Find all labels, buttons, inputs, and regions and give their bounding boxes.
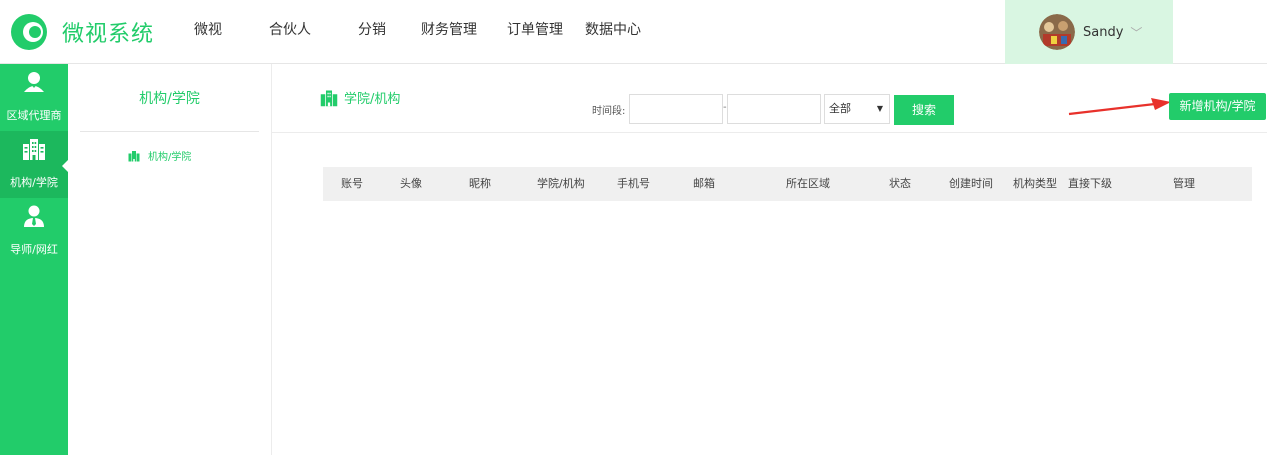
column-header-manage: 管理: [1173, 177, 1195, 190]
end-date-input[interactable]: [727, 94, 821, 124]
table-header: 账号 头像 昵称 学院/机构 手机号 邮箱 所在区域 状态 创建时间 机构类型 …: [323, 167, 1252, 201]
search-button[interactable]: 搜索: [894, 95, 954, 125]
chevron-down-icon: ﹀: [1130, 25, 1143, 40]
submenu-item-institution[interactable]: 机构/学院: [128, 148, 191, 163]
building-icon: [320, 90, 338, 106]
nav-item-finance[interactable]: 财务管理: [416, 0, 482, 64]
sidebar-item-mentor[interactable]: 导师/网红: [0, 198, 68, 265]
type-select[interactable]: 全部 ▼: [824, 94, 890, 124]
sidebar-item-regional-agent[interactable]: 区域代理商: [0, 64, 68, 131]
top-bar: 微视系统 微视 合伙人 分销 财务管理 订单管理 数据中心 Sandy ﹀: [0, 0, 1267, 64]
logo[interactable]: 微视系统: [8, 12, 154, 52]
column-header-type: 机构类型: [1013, 177, 1057, 190]
building-icon: [128, 150, 140, 161]
nav-item-partner[interactable]: 合伙人: [260, 0, 320, 64]
sidebar: 区域代理商 机构/学院 导师/网红: [0, 64, 69, 455]
main-nav: 微视 合伙人 分销 财务管理 订单管理 数据中心: [180, 0, 646, 64]
column-header-institution: 学院/机构: [537, 177, 585, 190]
main-content: 学院/机构 时间段: - 全部 ▼ 搜索 新增机构/学院 账号 头像 昵称 学院…: [272, 64, 1267, 455]
column-header-nickname: 昵称: [469, 177, 491, 190]
sidebar-item-label: 机构/学院: [10, 176, 58, 189]
nav-item-orders[interactable]: 订单管理: [502, 0, 568, 64]
column-header-status: 状态: [889, 177, 911, 190]
column-header-region: 所在区域: [786, 177, 830, 190]
column-header-created: 创建时间: [949, 177, 993, 190]
type-select-value: 全部: [829, 102, 851, 115]
column-header-subordinate: 直接下级: [1068, 177, 1112, 190]
sidebar-item-institution[interactable]: 机构/学院: [0, 131, 69, 198]
start-date-input[interactable]: [629, 94, 723, 124]
submenu-title: 机构/学院: [139, 91, 200, 107]
submenu-item-label: 机构/学院: [148, 152, 192, 163]
breadcrumb: 学院/机构: [320, 88, 400, 107]
nav-item-weishi[interactable]: 微视: [180, 0, 236, 64]
user-menu[interactable]: Sandy ﹀: [1005, 0, 1173, 64]
column-header-account: 账号: [341, 177, 363, 190]
nav-item-distribution[interactable]: 分销: [350, 0, 394, 64]
submenu: 机构/学院 机构/学院: [68, 64, 272, 455]
caret-down-icon: ▼: [876, 104, 883, 113]
column-header-phone: 手机号: [617, 177, 650, 190]
add-institution-button[interactable]: 新增机构/学院: [1169, 93, 1266, 120]
nav-item-data-center[interactable]: 数据中心: [580, 0, 646, 64]
divider: [80, 131, 259, 132]
red-arrow-annotation: [1068, 98, 1171, 116]
eye-logo-icon: [11, 14, 47, 50]
column-header-avatar: 头像: [400, 177, 422, 190]
column-header-email: 邮箱: [693, 177, 715, 190]
sidebar-item-label: 区域代理商: [6, 109, 62, 122]
sidebar-item-label: 导师/网红: [10, 243, 58, 256]
building-icon: [23, 139, 45, 160]
avatar: [1039, 14, 1075, 50]
user-badge-icon: [24, 72, 44, 92]
person-tie-icon: [24, 205, 44, 227]
app-title: 微视系统: [62, 22, 155, 47]
breadcrumb-label: 学院/机构: [344, 92, 401, 107]
user-name: Sandy: [1083, 24, 1124, 40]
divider: [272, 132, 1267, 133]
time-range-label: 时间段:: [592, 106, 626, 117]
